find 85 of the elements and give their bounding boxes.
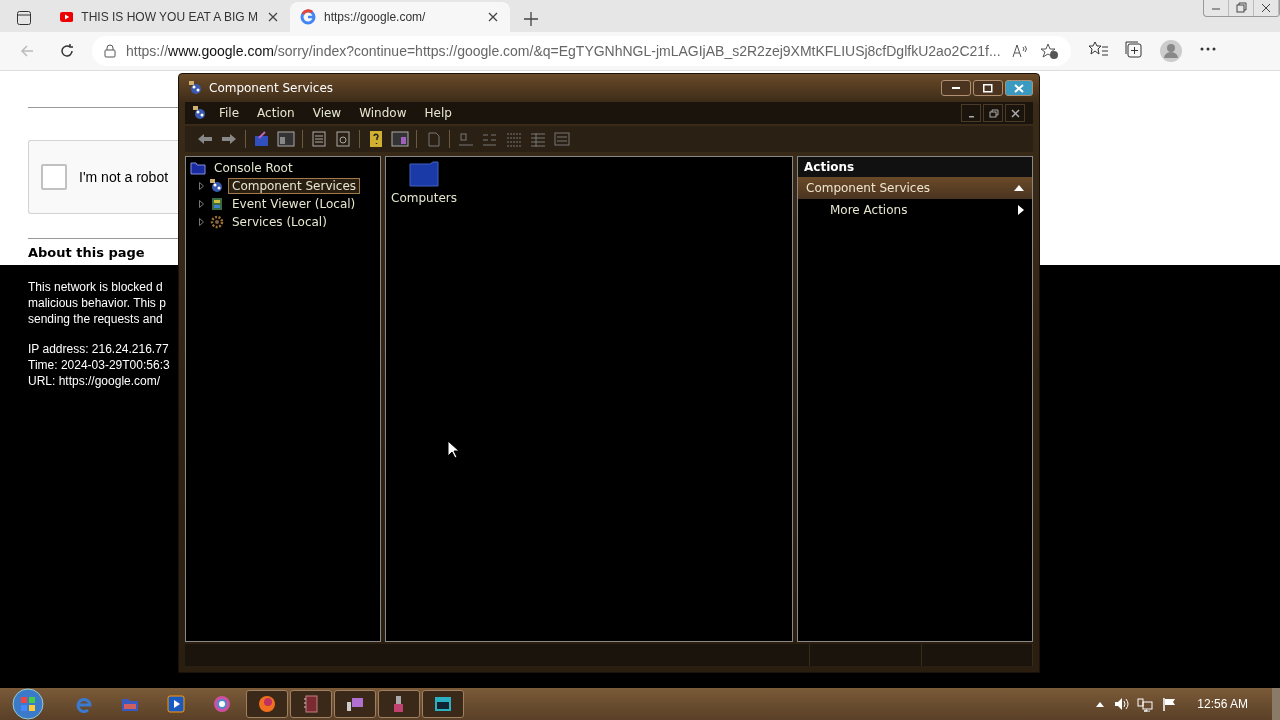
minimize-button[interactable] [941, 80, 971, 96]
mouse-cursor-icon [447, 440, 459, 459]
window-title: Component Services [209, 81, 335, 95]
close-icon[interactable] [1009, 107, 1021, 119]
tree-item[interactable]: Console Root [210, 160, 297, 176]
url-host: www.google.com [168, 43, 274, 59]
windows-logo-icon [10, 688, 46, 720]
menu-item[interactable]: Window [353, 106, 413, 120]
menu-item[interactable]: File [213, 106, 246, 120]
detail-line: IP address: 216.24.216.77 [28, 341, 170, 357]
pane-icon[interactable] [277, 130, 295, 148]
gear-icon [210, 215, 224, 229]
network-icon[interactable] [1137, 696, 1154, 712]
captcha-checkbox[interactable] [41, 164, 67, 190]
paragraph-line: sending the requests and [28, 311, 164, 327]
action-item[interactable]: More Actions [798, 199, 1032, 221]
tree-item[interactable]: Event Viewer (Local) [228, 196, 360, 212]
video-site-icon [60, 9, 74, 25]
round-browser-icon [212, 694, 232, 714]
round-browser-icon [257, 694, 277, 714]
actions-header: Actions [798, 157, 1032, 177]
speaker-icon[interactable] [1113, 696, 1130, 712]
refresh-icon [59, 43, 75, 59]
minimize-icon [952, 87, 960, 89]
taskbar-app-button[interactable] [290, 690, 332, 718]
captcha-label: I'm not a robot [79, 169, 169, 185]
profile-avatar-icon[interactable] [1158, 39, 1183, 63]
help-icon[interactable] [367, 130, 385, 148]
tab-actions-icon [16, 10, 32, 26]
list-icon[interactable] [310, 130, 328, 148]
menu-item[interactable]: Action [251, 106, 301, 120]
url-text: /sorry/index?continue=https://google.com/&q=EgTYGNhNGL-jmLAGIjAB_s2R2zej9XMtKFLIUSj8cfDglfkU2ao2C21f... [273, 43, 1001, 59]
submenu-arrow-icon [1018, 205, 1024, 215]
close-icon [1014, 83, 1024, 93]
read-aloud-icon[interactable] [1010, 43, 1029, 59]
lock-icon [104, 44, 116, 58]
close-icon[interactable] [488, 12, 498, 22]
show-hidden-icons-icon[interactable] [1095, 700, 1106, 708]
collapse-arrow-icon [1014, 184, 1024, 192]
menu-item[interactable]: View [306, 106, 348, 120]
taskbar-app-button[interactable] [422, 690, 464, 718]
refresh-icon[interactable] [334, 130, 352, 148]
browser-tab[interactable]: THIS IS HOW YOU EAT A BIG M [50, 2, 290, 32]
pane-icon[interactable] [391, 130, 409, 148]
tree-item[interactable]: Services (Local) [228, 214, 331, 230]
notebook-icon [301, 694, 321, 714]
media-player-icon [166, 694, 186, 714]
collections-icon[interactable] [1122, 39, 1145, 59]
paragraph-line: malicious behavior. This p [28, 295, 167, 311]
app-icon [193, 106, 207, 120]
back-arrow-icon [19, 43, 35, 59]
taskbar-app-button[interactable] [378, 690, 420, 718]
detail-line: Time: 2024-03-29T00:56:3 [28, 357, 171, 373]
close-button[interactable] [1005, 80, 1033, 96]
favorite-star-icon[interactable] [1038, 42, 1059, 60]
paragraph-line: This network is blocked d [28, 279, 164, 295]
restore-icon[interactable] [987, 107, 999, 119]
folder-icon [409, 161, 439, 187]
clock[interactable]: 12:56 AM [1197, 697, 1248, 711]
section-heading: About this page [28, 245, 145, 260]
browser-tab[interactable]: https://google.com/ [290, 2, 510, 32]
restore-icon[interactable] [1235, 2, 1247, 14]
taskbar-app-button[interactable] [246, 690, 288, 718]
event-log-icon [210, 197, 224, 211]
favorites-icon[interactable] [1086, 39, 1109, 59]
maximize-button[interactable] [973, 80, 1003, 96]
taskbar-app-button[interactable] [334, 690, 376, 718]
google-logo-icon [300, 9, 316, 25]
flag-icon[interactable] [1161, 696, 1178, 712]
actions-section[interactable]: Component Services [798, 177, 1032, 199]
plus-icon[interactable] [524, 12, 538, 26]
close-icon[interactable] [268, 12, 278, 22]
details-icon[interactable] [529, 130, 547, 148]
console-icon [433, 694, 453, 714]
detail-line: URL: https://google.com/ [28, 373, 162, 389]
maximize-icon [983, 83, 993, 93]
tree-item[interactable]: Component Services [228, 178, 361, 194]
up-folder-icon[interactable] [253, 130, 271, 148]
app-icon [189, 81, 203, 95]
close-icon[interactable] [1260, 2, 1272, 14]
menu-item[interactable]: Help [418, 106, 458, 120]
url-text: https:// [126, 43, 169, 59]
folder-icon [190, 161, 206, 175]
component-icon [210, 179, 224, 193]
address-bar[interactable]: https://www.google.com/sorry/index?continue=https://google.com/&q=EgTYGNhNGL-jmLAGIjAB_s2R2zej9XMtKFLIUSj8cfDglfkU2ao2C21f... [92, 36, 1071, 66]
